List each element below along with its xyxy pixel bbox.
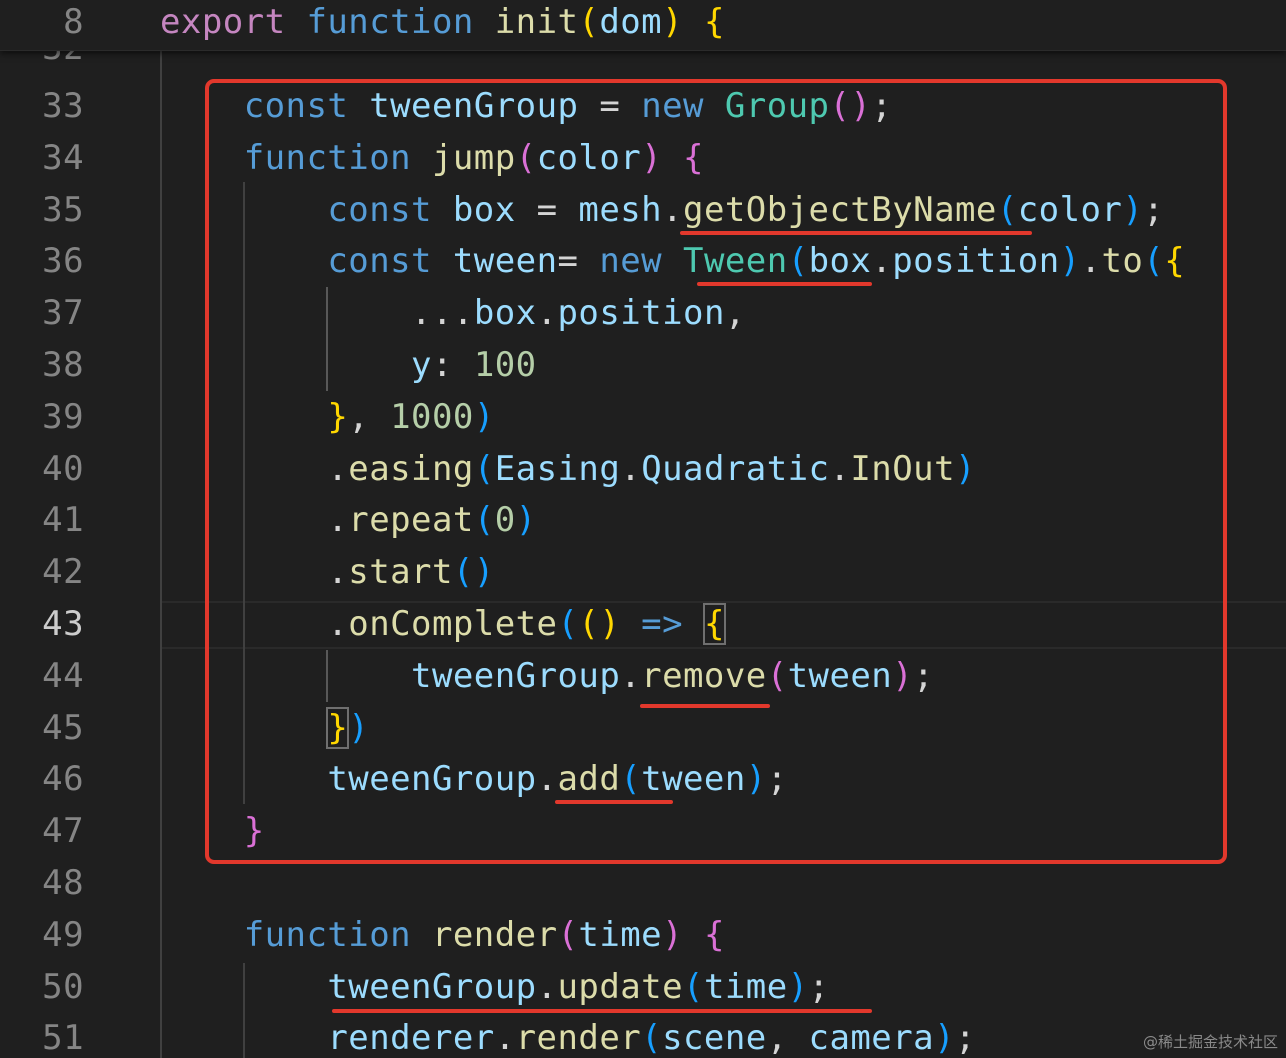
code-token: render (515, 1018, 642, 1058)
sticky-code-line[interactable]: export function init(dom) { (160, 2, 725, 42)
code-token: update (557, 966, 684, 1007)
code-token: time (703, 966, 788, 1007)
code-token: ; (808, 966, 830, 1007)
code-token: { (703, 914, 725, 955)
line-number: 43 (42, 604, 84, 644)
code-token: ) (787, 966, 809, 1007)
line-number: 36 (42, 241, 84, 282)
line-number: 50 (42, 966, 84, 1007)
code-token: ( (578, 2, 600, 42)
code-token: ; (955, 1018, 976, 1058)
code-token: init (494, 2, 579, 42)
line-number: 39 (42, 396, 84, 437)
code-token: dom (599, 2, 663, 42)
line-number: 38 (42, 345, 84, 385)
code-token: . (494, 1018, 516, 1058)
watermark: @稀土掘金技术社区 (1142, 1033, 1278, 1051)
code-token: export (160, 2, 286, 42)
code-token: ) (662, 914, 684, 955)
code-token: function (306, 2, 474, 42)
code-token: render (431, 914, 558, 955)
line-number: 49 (42, 914, 84, 955)
line-number: 35 (42, 189, 84, 230)
line-number: 48 (42, 863, 84, 903)
code-line[interactable]: tweenGroup.update(time); (160, 967, 829, 1007)
line-number: 46 (42, 759, 84, 800)
annotation-underline (680, 231, 1032, 235)
code-token: , (766, 1018, 809, 1058)
line-number: 45 (42, 707, 84, 748)
code-token: . (536, 966, 558, 1007)
line-number: 32 (0, 50, 84, 68)
code-token: camera (808, 1018, 935, 1058)
code-token: scene (662, 1018, 767, 1058)
line-number: 47 (42, 811, 84, 852)
line-number: 33 (42, 86, 84, 126)
code-token: tweenGroup (327, 966, 537, 1007)
annotation-underline (332, 1009, 872, 1013)
code-token: ( (557, 914, 579, 955)
code-token: ( (683, 966, 704, 1007)
line-number: 37 (42, 293, 84, 334)
line-number: 40 (42, 448, 84, 489)
code-token: { (703, 2, 725, 42)
line-number: 34 (42, 137, 84, 178)
code-token: time (578, 914, 663, 955)
annotation-underline (640, 704, 770, 708)
annotation-underline (555, 800, 673, 804)
code-token: renderer (327, 1018, 495, 1058)
line-number: 44 (42, 655, 84, 696)
code-token: function (243, 914, 412, 955)
line-number: 42 (42, 552, 84, 593)
code-line[interactable]: renderer.render(scene, camera); (160, 1018, 976, 1058)
annotation-box (205, 79, 1227, 864)
sticky-line-number: 8 (63, 2, 84, 42)
code-token: ) (934, 1018, 955, 1058)
code-editor[interactable]: 33 34 35 36 37 38 39 40 41 42 43 44 45 46 47 48 49 50 51 c… (0, 0, 1286, 1058)
sticky-scroll-header[interactable]: 8 export function init(dom) { (0, 0, 1286, 51)
line-number: 51 (42, 1018, 84, 1058)
line-number: 41 (42, 500, 84, 541)
code-token: ) (662, 2, 684, 42)
code-line[interactable]: function render(time) { (160, 915, 725, 955)
code-token: ( (641, 1018, 663, 1058)
clipped-line-number: 32 (0, 50, 84, 68)
annotation-underline (697, 282, 872, 286)
